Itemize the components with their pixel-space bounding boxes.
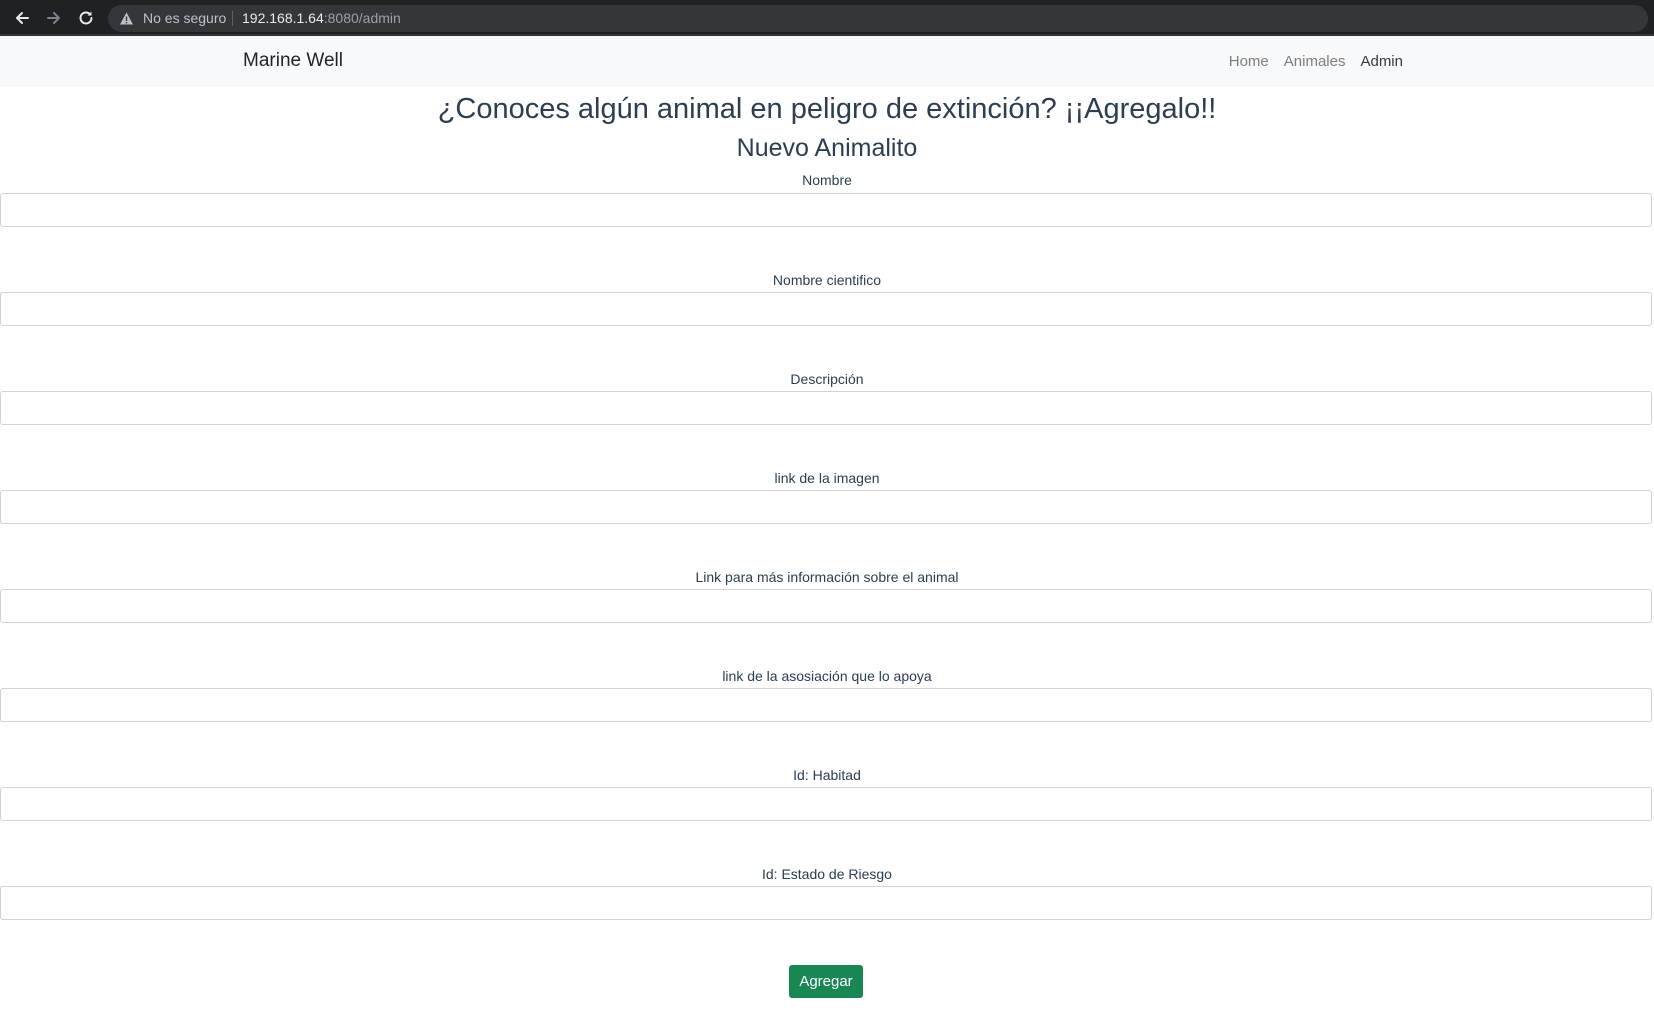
habitad-id-label: Id: Habitad xyxy=(793,767,861,783)
omnibox-divider xyxy=(232,11,233,26)
info-link-input[interactable] xyxy=(0,589,1652,623)
agregar-button[interactable]: Agregar xyxy=(789,965,863,998)
nav-link-home[interactable]: Home xyxy=(1229,53,1269,70)
url-host: 192.168.1.64 xyxy=(242,10,324,26)
page-title: ¿Conoces algún animal en peligro de exti… xyxy=(437,93,1217,125)
asociacion-link-input[interactable] xyxy=(0,688,1652,722)
warning-icon[interactable] xyxy=(119,11,134,26)
nombre-cientifico-input[interactable] xyxy=(0,292,1652,326)
nav-link-animales[interactable]: Animales xyxy=(1284,53,1346,70)
browser-toolbar: No es seguro 192.168.1.64:8080/admin xyxy=(0,0,1654,36)
address-bar[interactable]: No es seguro 192.168.1.64:8080/admin xyxy=(108,5,1648,32)
nav-link-admin[interactable]: Admin xyxy=(1360,53,1403,70)
reload-icon[interactable] xyxy=(75,7,97,29)
brand-link[interactable]: Marine Well xyxy=(243,50,343,72)
forward-arrow-icon[interactable] xyxy=(43,7,65,29)
form-title: Nuevo Animalito xyxy=(736,134,918,162)
asociacion-link-label: link de la asosiación que lo apoya xyxy=(722,668,932,684)
descripcion-input[interactable] xyxy=(0,391,1652,425)
estado-riesgo-id-input[interactable] xyxy=(0,886,1652,920)
nombre-label: Nombre xyxy=(802,172,852,188)
site-navbar: Marine Well Home Animales Admin xyxy=(0,36,1654,87)
descripcion-label: Descripción xyxy=(790,371,864,387)
nombre-input[interactable] xyxy=(0,193,1652,227)
security-status[interactable]: No es seguro xyxy=(143,10,226,27)
imagen-link-label: link de la imagen xyxy=(774,470,880,486)
url-path: :8080/admin xyxy=(323,10,401,26)
back-arrow-icon[interactable] xyxy=(11,7,33,29)
habitad-id-input[interactable] xyxy=(0,787,1652,821)
nav-links: Home Animales Admin xyxy=(1229,53,1403,70)
info-link-label: Link para más información sobre el anima… xyxy=(695,569,959,585)
url-text[interactable]: 192.168.1.64:8080/admin xyxy=(242,10,401,27)
imagen-link-input[interactable] xyxy=(0,490,1652,524)
nombre-cientifico-label: Nombre cientifico xyxy=(772,272,882,288)
estado-riesgo-id-label: Id: Estado de Riesgo xyxy=(762,866,892,882)
